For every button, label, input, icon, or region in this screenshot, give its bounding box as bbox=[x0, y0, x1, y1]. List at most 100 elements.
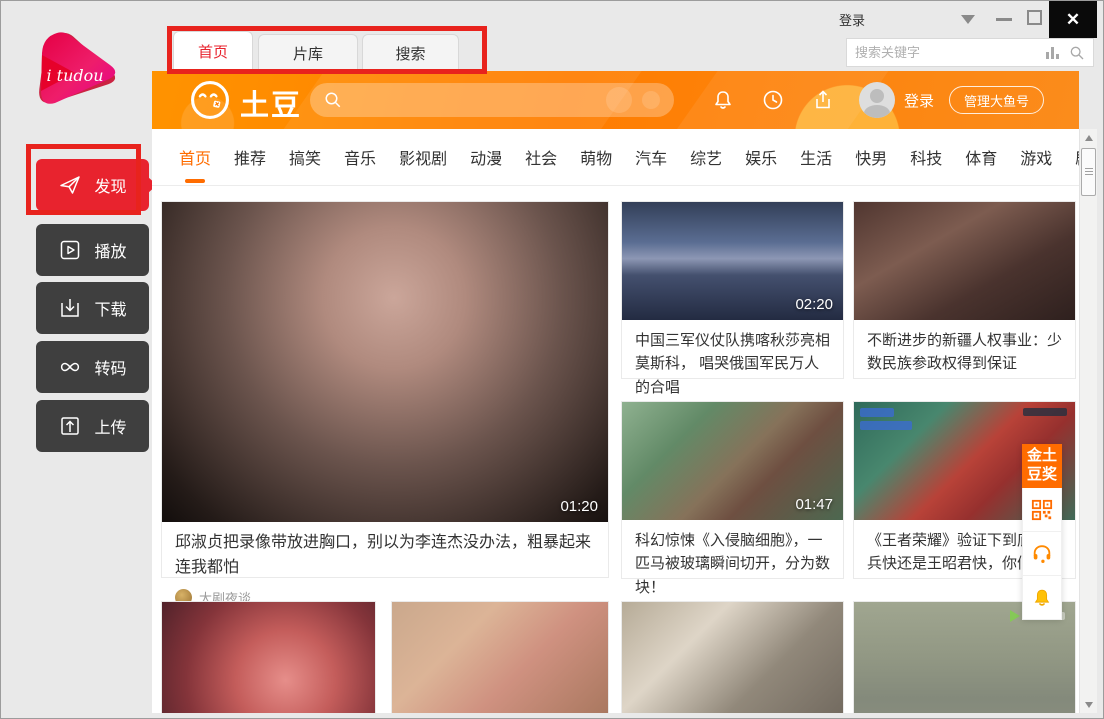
nav-item-society[interactable]: 社会 bbox=[525, 145, 557, 169]
header-login-link[interactable]: 登录 bbox=[904, 90, 934, 111]
sidebar-item-discover[interactable]: 发现 bbox=[36, 159, 149, 211]
window-search-box[interactable] bbox=[846, 38, 1094, 67]
sidebar-item-upload[interactable]: 上传 bbox=[36, 400, 149, 452]
trending-icon[interactable] bbox=[1046, 47, 1059, 59]
video-card[interactable]: 02:20 中国三军仪仗队携喀秋莎亮相莫斯科， 唱哭俄国军民万人的合唱 bbox=[621, 201, 844, 379]
scrollbar-thumb[interactable] bbox=[1081, 148, 1096, 196]
floating-widget: 金土豆奖 bbox=[1022, 444, 1062, 620]
nav-item-music[interactable]: 音乐 bbox=[344, 145, 376, 169]
search-icon[interactable] bbox=[1069, 45, 1085, 61]
sidebar-item-transcode-label: 转码 bbox=[94, 355, 126, 379]
video-thumbnail bbox=[854, 202, 1075, 320]
video-thumbnail: 01:20 bbox=[162, 202, 608, 522]
nav-item-kuainan[interactable]: 快男 bbox=[855, 145, 887, 169]
nav-item-home[interactable]: 首页 bbox=[179, 145, 211, 169]
video-card[interactable]: 00:15 bbox=[391, 601, 609, 713]
header-search-bar[interactable] bbox=[310, 83, 674, 117]
tudou-face-icon bbox=[188, 78, 232, 122]
nav-item-recommend[interactable]: 推荐 bbox=[234, 145, 266, 169]
paper-plane-icon bbox=[58, 173, 82, 197]
app-window: 登录 ✕ 首页 片库 搜索 i tudou 发现 播放 下载 bbox=[0, 0, 1104, 719]
search-icon bbox=[324, 91, 342, 109]
upload-share-icon[interactable] bbox=[811, 88, 835, 112]
download-icon bbox=[58, 296, 82, 320]
scroll-up-button[interactable] bbox=[1080, 129, 1098, 146]
video-title: 科幻惊悚《入侵脑细胞》，一匹马被玻璃瞬间切开，分为数块！ bbox=[635, 529, 830, 599]
golden-tudou-award-button[interactable]: 金土豆奖 bbox=[1022, 444, 1062, 488]
nav-item-entertainment[interactable]: 娱乐 bbox=[745, 145, 777, 169]
chevron-down-icon[interactable] bbox=[961, 15, 975, 24]
video-title: 邱淑贞把录像带放进胸口，别以为李连杰没办法，粗暴起来连我都怕 bbox=[175, 531, 595, 581]
video-card[interactable]: 01:47 科幻惊悚《入侵脑细胞》，一匹马被玻璃瞬间切开，分为数块！ bbox=[621, 401, 844, 579]
headset-icon bbox=[1031, 543, 1053, 565]
duration-badge: 02:20 bbox=[795, 296, 833, 313]
tab-home-label: 首页 bbox=[198, 41, 228, 62]
history-clock-icon[interactable] bbox=[761, 88, 785, 112]
duration-badge: 01:47 bbox=[795, 496, 833, 513]
play-icon bbox=[58, 238, 82, 262]
qr-code-button[interactable] bbox=[1022, 488, 1062, 532]
nav-item-games[interactable]: 游戏 bbox=[1020, 145, 1052, 169]
sidebar-item-download[interactable]: 下载 bbox=[36, 282, 149, 334]
maximize-button[interactable] bbox=[1027, 10, 1042, 25]
tab-home[interactable]: 首页 bbox=[173, 31, 253, 71]
nav-item-variety[interactable]: 综艺 bbox=[690, 145, 722, 169]
sidebar-item-upload-label: 上传 bbox=[94, 414, 126, 438]
nav-item-film-tv[interactable]: 影视剧 bbox=[399, 145, 447, 169]
video-card-featured[interactable]: 01:20 邱淑贞把录像带放进胸口，别以为李连杰没办法，粗暴起来连我都怕 大剧夜… bbox=[161, 201, 609, 578]
brand-name: 土豆 bbox=[240, 82, 302, 124]
notification-button[interactable] bbox=[1022, 576, 1062, 620]
upload-icon bbox=[58, 414, 82, 438]
sidebar-item-play[interactable]: 播放 bbox=[36, 224, 149, 276]
video-thumbnail: 00:15 bbox=[392, 602, 608, 713]
tab-library-label: 片库 bbox=[293, 43, 323, 64]
scroll-down-button[interactable] bbox=[1080, 696, 1098, 713]
avatar-person-icon bbox=[864, 105, 890, 118]
video-card[interactable]: 不断进步的新疆人权事业：少数民族参政权得到保证 bbox=[853, 201, 1076, 379]
avatar-person-icon bbox=[870, 89, 884, 103]
video-thumbnail: 02:20 bbox=[622, 202, 843, 320]
nav-item-cars[interactable]: 汽车 bbox=[635, 145, 667, 169]
tab-search-label: 搜索 bbox=[395, 43, 425, 64]
grip-icon bbox=[1085, 168, 1093, 176]
titlebar-login-link[interactable]: 登录 bbox=[839, 10, 865, 29]
itudou-logo: i tudou bbox=[27, 25, 127, 125]
sidebar-item-transcode[interactable]: 转码 bbox=[36, 341, 149, 393]
main-content: 土豆 登录 管理大鱼号 首页 推荐 搞笑 音乐 影视剧 动漫 社会 萌物 汽车 … bbox=[152, 71, 1079, 713]
search-decoration bbox=[642, 91, 660, 109]
game-hud bbox=[860, 421, 912, 430]
transcode-icon bbox=[58, 355, 82, 379]
customer-service-button[interactable] bbox=[1022, 532, 1062, 576]
close-button[interactable]: ✕ bbox=[1049, 1, 1097, 38]
arrow-down-icon bbox=[1085, 702, 1093, 708]
video-thumbnail: 00:27 bbox=[162, 602, 375, 713]
tab-library[interactable]: 片库 bbox=[258, 34, 358, 71]
scrollbar bbox=[1079, 129, 1097, 713]
arrow-up-icon bbox=[1085, 135, 1093, 141]
nav-item-funny[interactable]: 搞笑 bbox=[289, 145, 321, 169]
duration-badge: 01:20 bbox=[560, 498, 598, 515]
nav-item-anime[interactable]: 动漫 bbox=[470, 145, 502, 169]
video-thumbnail: 00:14 bbox=[622, 602, 843, 713]
category-nav: 首页 推荐 搞笑 音乐 影视剧 动漫 社会 萌物 汽车 综艺 娱乐 生活 快男 … bbox=[152, 129, 1079, 186]
game-hud bbox=[860, 408, 894, 417]
sidebar-item-play-label: 播放 bbox=[94, 238, 126, 262]
tab-search[interactable]: 搜索 bbox=[362, 34, 459, 71]
user-avatar[interactable] bbox=[859, 82, 895, 118]
nav-item-cute[interactable]: 萌物 bbox=[580, 145, 612, 169]
nav-item-sports[interactable]: 体育 bbox=[965, 145, 997, 169]
close-icon: ✕ bbox=[1066, 10, 1080, 30]
manage-dayuhao-button[interactable]: 管理大鱼号 bbox=[949, 86, 1044, 114]
video-card[interactable]: 00:14 bbox=[621, 601, 844, 713]
video-title: 不断进步的新疆人权事业：少数民族参政权得到保证 bbox=[867, 329, 1062, 376]
nav-item-life[interactable]: 生活 bbox=[800, 145, 832, 169]
video-card[interactable]: 00:27 bbox=[161, 601, 376, 713]
notifications-bell-icon[interactable] bbox=[711, 88, 735, 112]
video-title: 中国三军仪仗队携喀秋莎亮相莫斯科， 唱哭俄国军民万人的合唱 bbox=[635, 329, 830, 399]
itudou-logo-text: i tudou bbox=[46, 66, 103, 85]
minimize-button[interactable] bbox=[996, 18, 1012, 21]
window-search-input[interactable] bbox=[855, 45, 1046, 60]
nav-item-tech[interactable]: 科技 bbox=[910, 145, 942, 169]
sidebar-item-download-label: 下载 bbox=[94, 296, 126, 320]
qr-code-icon bbox=[1031, 499, 1053, 521]
